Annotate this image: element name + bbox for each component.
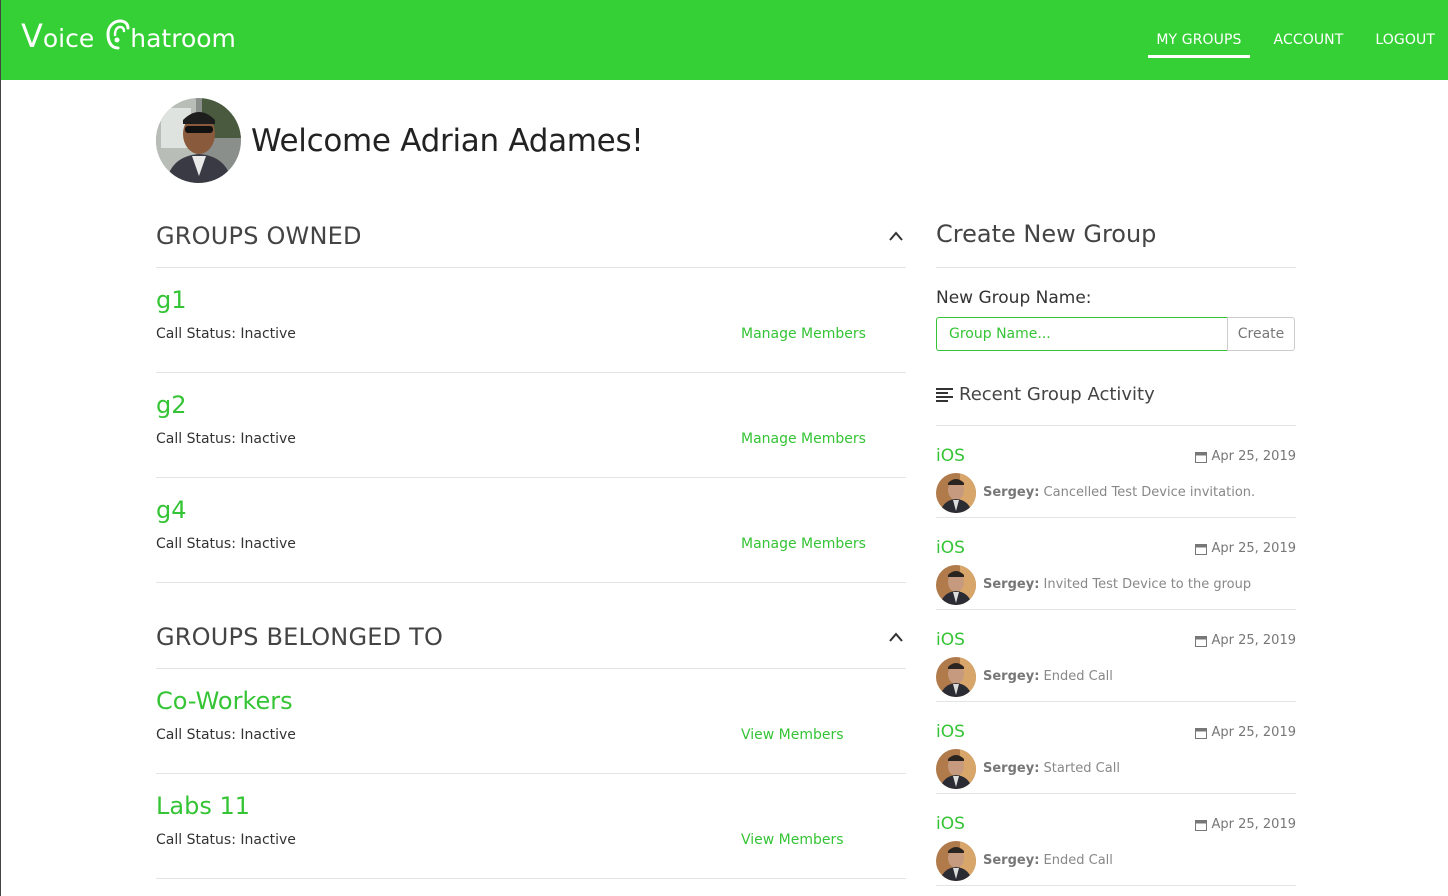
activity-date-text: Apr 25, 2019 — [1211, 817, 1296, 832]
activity-user: Sergey: — [983, 669, 1040, 684]
groups-belonged-title: GROUPS BELONGED TO — [156, 623, 444, 651]
activity-date: Apr 25, 2019 — [1195, 725, 1296, 740]
group-name[interactable]: g1 — [156, 286, 187, 314]
activity-date: Apr 25, 2019 — [1195, 633, 1296, 648]
group-row: g1 Call Status: Inactive Manage Members — [156, 268, 906, 373]
welcome-title: Welcome Adrian Adames! — [251, 122, 644, 159]
create-button[interactable]: Create — [1227, 317, 1295, 351]
call-status: Call Status: Inactive — [156, 326, 296, 342]
top-navbar: V oice hatroom MY GROUPS ACCOUNT LOGOUT — [1, 0, 1448, 80]
chevron-up-icon[interactable] — [888, 230, 904, 242]
activity-message: Cancelled Test Device invitation. — [1043, 485, 1256, 500]
view-members-link[interactable]: View Members — [741, 832, 844, 848]
group-row: Co-Workers Call Status: Inactive View Me… — [156, 669, 906, 774]
group-name-label: New Group Name: — [936, 288, 1092, 308]
brand-logo[interactable]: V oice hatroom — [21, 18, 236, 54]
activity-message: Ended Call — [1043, 669, 1113, 684]
calendar-icon — [1195, 635, 1208, 647]
brand-word-voice: oice — [42, 24, 95, 53]
call-status: Call Status: Inactive — [156, 431, 296, 447]
recent-activity-title: Recent Group Activity — [959, 384, 1155, 405]
manage-members-link[interactable]: Manage Members — [741, 536, 866, 552]
activity-date-text: Apr 25, 2019 — [1211, 541, 1296, 556]
brand-first-letter: V — [21, 17, 43, 55]
ear-icon — [106, 19, 130, 50]
groups-owned-section: GROUPS OWNED g1 Call Status: Inactive Ma… — [156, 200, 906, 583]
call-status: Call Status: Inactive — [156, 832, 296, 848]
nav-my-groups[interactable]: MY GROUPS — [1148, 0, 1250, 80]
activity-item: iOS Apr 25, 2019 Sergey: Ended Call — [936, 610, 1296, 702]
chevron-up-icon[interactable] — [888, 631, 904, 643]
avatar — [156, 98, 241, 183]
activity-item: iOS Apr 25, 2019 Sergey: Invited Test De… — [936, 518, 1296, 610]
right-column: Create New Group New Group Name: Create … — [936, 195, 1296, 886]
activity-group-link[interactable]: iOS — [936, 538, 965, 558]
activity-date: Apr 25, 2019 — [1195, 449, 1296, 464]
welcome-header: Welcome Adrian Adames! — [156, 98, 644, 183]
group-name[interactable]: g2 — [156, 391, 187, 419]
avatar — [936, 749, 976, 789]
activity-item: iOS Apr 25, 2019 Sergey: Cancelled Test … — [936, 426, 1296, 518]
call-status: Call Status: Inactive — [156, 727, 296, 743]
activity-text: Sergey: Cancelled Test Device invitation… — [983, 485, 1255, 500]
group-name[interactable]: g4 — [156, 496, 187, 524]
activity-text: Sergey: Invited Test Device to the group — [983, 577, 1251, 592]
group-row: g4 Call Status: Inactive Manage Members — [156, 478, 906, 583]
activity-date: Apr 25, 2019 — [1195, 541, 1296, 556]
activity-group-link[interactable]: iOS — [936, 722, 965, 742]
activity-group-link[interactable]: iOS — [936, 814, 965, 834]
view-members-link[interactable]: View Members — [741, 727, 844, 743]
activity-group-link[interactable]: iOS — [936, 630, 965, 650]
avatar — [936, 657, 976, 697]
create-group-title: Create New Group — [936, 220, 1157, 248]
activity-date-text: Apr 25, 2019 — [1211, 633, 1296, 648]
activity-date-text: Apr 25, 2019 — [1211, 725, 1296, 740]
calendar-icon — [1195, 727, 1208, 739]
create-group-header: Create New Group — [936, 195, 1296, 268]
calendar-icon — [1195, 543, 1208, 555]
call-status: Call Status: Inactive — [156, 536, 296, 552]
nav-account[interactable]: ACCOUNT — [1274, 0, 1344, 80]
brand-word-chatroom: hatroom — [130, 24, 236, 53]
group-name-input[interactable] — [936, 317, 1227, 351]
groups-owned-header: GROUPS OWNED — [156, 200, 906, 268]
activity-item: iOS Apr 25, 2019 Sergey: Started Call — [936, 702, 1296, 794]
nav-logout[interactable]: LOGOUT — [1375, 0, 1435, 80]
activity-user: Sergey: — [983, 853, 1040, 868]
activity-text: Sergey: Ended Call — [983, 853, 1113, 868]
activity-text: Sergey: Ended Call — [983, 669, 1113, 684]
activity-message: Invited Test Device to the group — [1043, 577, 1252, 592]
recent-activity-header: Recent Group Activity — [936, 370, 1296, 426]
groups-owned-title: GROUPS OWNED — [156, 222, 362, 250]
manage-members-link[interactable]: Manage Members — [741, 326, 866, 342]
activity-item: iOS Apr 25, 2019 Sergey: Ended Call — [936, 794, 1296, 886]
avatar — [936, 473, 976, 513]
activity-date: Apr 25, 2019 — [1195, 817, 1296, 832]
calendar-icon — [1195, 819, 1208, 831]
calendar-icon — [1195, 451, 1208, 463]
avatar — [936, 841, 976, 881]
activity-user: Sergey: — [983, 485, 1040, 500]
activity-message: Ended Call — [1043, 853, 1113, 868]
activity-text: Sergey: Started Call — [983, 761, 1120, 776]
group-row: Labs 11 Call Status: Inactive View Membe… — [156, 774, 906, 879]
activity-group-link[interactable]: iOS — [936, 446, 965, 466]
create-group-form: Create — [936, 317, 1295, 351]
group-name[interactable]: Co-Workers — [156, 687, 293, 715]
groups-belonged-header: GROUPS BELONGED TO — [156, 601, 906, 669]
list-icon — [936, 388, 953, 402]
activity-user: Sergey: — [983, 577, 1040, 592]
main-nav: MY GROUPS ACCOUNT LOGOUT — [1124, 0, 1435, 80]
activity-message: Started Call — [1043, 761, 1120, 776]
group-row: g2 Call Status: Inactive Manage Members — [156, 373, 906, 478]
manage-members-link[interactable]: Manage Members — [741, 431, 866, 447]
activity-date-text: Apr 25, 2019 — [1211, 449, 1296, 464]
avatar — [936, 565, 976, 605]
groups-belonged-section: GROUPS BELONGED TO Co-Workers Call Statu… — [156, 601, 906, 879]
activity-user: Sergey: — [983, 761, 1040, 776]
group-name[interactable]: Labs 11 — [156, 792, 250, 820]
